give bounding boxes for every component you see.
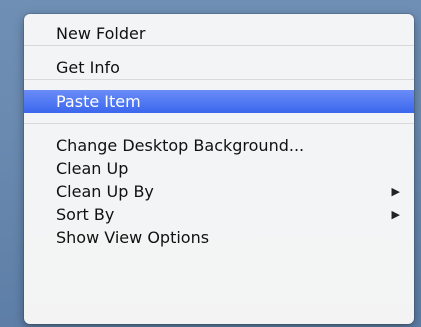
submenu-arrow-icon: ▶ xyxy=(391,208,400,221)
menu-item-label: Show View Options xyxy=(56,228,210,247)
menu-separator xyxy=(24,123,414,124)
menu-item-clean-up-by[interactable]: Clean Up By ▶ xyxy=(24,180,414,203)
menu-item-label: Paste Item xyxy=(56,92,141,111)
desktop-context-menu: New Folder Get Info Paste Item Change De… xyxy=(24,14,414,324)
menu-item-label: Sort By xyxy=(56,205,115,224)
menu-item-clean-up[interactable]: Clean Up xyxy=(24,157,414,180)
menu-separator xyxy=(24,45,414,46)
menu-item-label: Clean Up By xyxy=(56,182,154,201)
menu-item-label: New Folder xyxy=(56,24,146,43)
menu-item-label: Clean Up xyxy=(56,159,129,178)
menu-item-paste-item[interactable]: Paste Item xyxy=(24,90,414,113)
menu-item-label: Change Desktop Background... xyxy=(56,136,305,155)
menu-item-sort-by[interactable]: Sort By ▶ xyxy=(24,203,414,226)
menu-item-get-info[interactable]: Get Info xyxy=(24,56,414,79)
menu-item-change-desktop-background[interactable]: Change Desktop Background... xyxy=(24,134,414,157)
menu-separator xyxy=(24,79,414,80)
menu-item-show-view-options[interactable]: Show View Options xyxy=(24,226,414,249)
menu-item-new-folder[interactable]: New Folder xyxy=(24,22,414,45)
submenu-arrow-icon: ▶ xyxy=(391,185,400,198)
menu-item-label: Get Info xyxy=(56,58,120,77)
